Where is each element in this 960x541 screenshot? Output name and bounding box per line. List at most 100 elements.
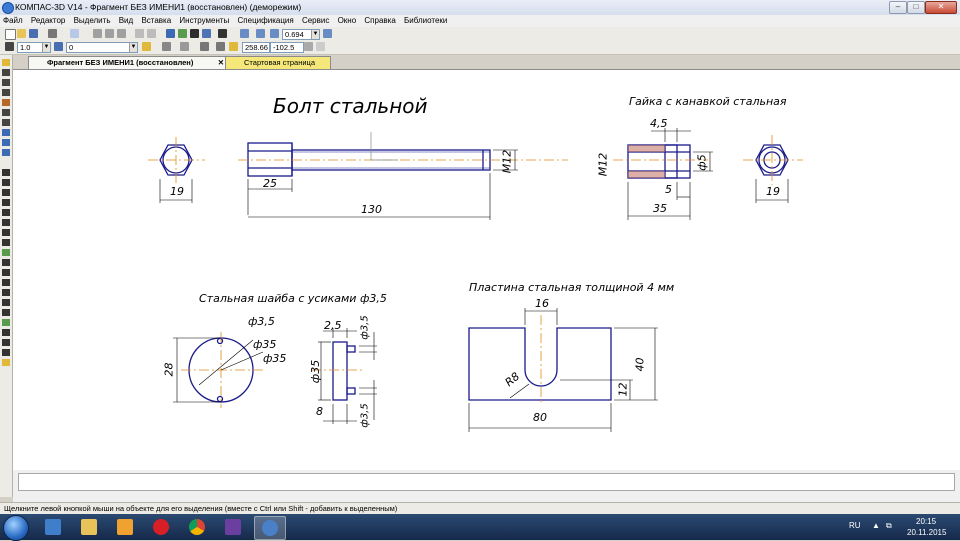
help-pointer-icon[interactable] [218, 29, 227, 38]
menu-help[interactable]: Справка [361, 15, 398, 27]
menu-edit[interactable]: Редактор [28, 15, 68, 27]
print-icon[interactable] [48, 29, 57, 38]
cursor-coords-icon[interactable] [229, 42, 238, 51]
coordinate-system-icon[interactable] [5, 42, 14, 51]
clock-date[interactable]: 20.11.2015 [907, 528, 946, 537]
paste-icon[interactable] [117, 29, 126, 38]
open-file-icon[interactable] [17, 29, 26, 38]
macro-icon[interactable] [2, 339, 10, 346]
select-icon[interactable] [2, 119, 10, 126]
auxiliary-line-icon[interactable] [2, 179, 10, 186]
undo-icon[interactable] [135, 29, 144, 38]
style-icon[interactable] [142, 42, 151, 51]
tab-start-page[interactable]: Стартовая страница [225, 56, 331, 69]
polygon-icon[interactable] [2, 269, 10, 276]
new-file-icon[interactable] [5, 29, 16, 40]
zoom-icon[interactable] [270, 29, 279, 38]
menu-select[interactable]: Выделить [71, 15, 114, 27]
geometry-icon[interactable] [2, 59, 10, 66]
taskbar-explorer-app[interactable] [38, 516, 68, 538]
copy-props-icon[interactable] [2, 349, 10, 356]
step-icon[interactable] [304, 42, 313, 51]
drawing-canvas[interactable]: Болт стальной Гайка с канавкой стальная … [13, 69, 960, 470]
chevron-down-icon[interactable]: ▼ [311, 30, 319, 39]
collection-icon[interactable] [2, 329, 10, 336]
refresh-view-icon[interactable] [323, 29, 332, 38]
ellipse-icon[interactable] [2, 219, 10, 226]
line-scale-field[interactable]: 1.0 ▼ [17, 42, 51, 53]
minimize-button[interactable]: – [889, 1, 907, 14]
taskbar-media-player[interactable] [110, 516, 140, 538]
spec-icon[interactable] [2, 129, 10, 136]
taskbar-opera[interactable] [146, 516, 176, 538]
menu-libraries[interactable]: Библиотеки [401, 15, 450, 27]
reports-icon[interactable] [2, 139, 10, 146]
polyline-icon[interactable] [2, 229, 10, 236]
insert-icon[interactable] [2, 149, 10, 156]
rectangle-icon[interactable] [2, 259, 10, 266]
chevron-down-icon[interactable]: ▼ [129, 43, 137, 52]
taskbar-chrome[interactable] [182, 516, 212, 538]
menu-window[interactable]: Окно [335, 15, 360, 27]
save-icon[interactable] [29, 29, 38, 38]
tray-arrow-icon[interactable]: ▲ [872, 521, 880, 530]
chevron-down-icon[interactable]: ▼ [42, 43, 50, 52]
close-icon[interactable]: ✕ [218, 57, 224, 69]
properties-bar[interactable] [18, 473, 955, 491]
start-button[interactable] [3, 515, 29, 541]
circle-icon[interactable] [2, 199, 10, 206]
ortho-icon[interactable] [200, 42, 209, 51]
menu-service[interactable]: Сервис [299, 15, 332, 27]
arc-icon[interactable] [2, 209, 10, 216]
point-icon[interactable] [2, 169, 10, 176]
copy-icon[interactable] [105, 29, 114, 38]
menu-specification[interactable]: Спецификация [235, 15, 297, 27]
equidistant-icon[interactable] [2, 309, 10, 316]
menu-view[interactable]: Вид [116, 15, 136, 27]
coord-x-field[interactable]: 258.66 [242, 42, 270, 53]
menu-insert[interactable]: Вставка [138, 15, 174, 27]
fx-icon[interactable] [190, 29, 199, 38]
local-cs-icon[interactable] [216, 42, 225, 51]
contour-icon[interactable] [2, 299, 10, 306]
fillet-icon[interactable] [2, 289, 10, 296]
taskbar-video-app[interactable] [218, 516, 248, 538]
hatch-icon[interactable] [2, 249, 10, 256]
coord-y-field[interactable]: -102.5 [270, 42, 304, 53]
zoom-field[interactable]: 0.694 ▼ [282, 29, 320, 40]
taskbar-kompas[interactable] [254, 516, 286, 540]
layers-icon[interactable] [54, 42, 63, 51]
taskbar-folder[interactable] [74, 516, 104, 538]
clock-time[interactable]: 20:15 [916, 517, 936, 526]
window-title: КОМПАС-3D V14 - Фрагмент БЕЗ ИМЕНИ1 (вос… [15, 2, 302, 12]
spline-icon[interactable] [2, 239, 10, 246]
network-icon[interactable]: ⧉ [886, 521, 892, 531]
zoom-window-icon[interactable] [240, 29, 249, 38]
variables-icon[interactable] [178, 29, 187, 38]
fill-icon[interactable] [2, 319, 10, 326]
dimensions-icon[interactable] [2, 69, 10, 76]
chamfer-icon[interactable] [2, 279, 10, 286]
measure-icon[interactable] [2, 109, 10, 116]
menu-file[interactable]: Файл [0, 15, 26, 27]
parametrization-icon[interactable] [2, 99, 10, 106]
snap-icon[interactable] [162, 42, 171, 51]
grid-toggle-icon[interactable] [180, 42, 189, 51]
tab-fragment[interactable]: Фрагмент БЕЗ ИМЕНИ1 (восстановлен) ✕ [28, 56, 228, 69]
layer-field[interactable]: 0 ▼ [66, 42, 138, 53]
zoom-in-icon[interactable] [256, 29, 265, 38]
edit-icon[interactable] [2, 89, 10, 96]
maximize-button[interactable]: □ [907, 1, 925, 14]
cut-icon[interactable] [93, 29, 102, 38]
manager-icon[interactable] [166, 29, 175, 38]
notation-icon[interactable] [2, 79, 10, 86]
preview-icon[interactable] [70, 29, 79, 38]
close-button[interactable]: ✕ [925, 1, 957, 14]
language-indicator[interactable]: RU [849, 521, 861, 530]
library-icon[interactable] [2, 359, 10, 366]
segment-icon[interactable] [2, 189, 10, 196]
menu-tools[interactable]: Инструменты [176, 15, 232, 27]
redo-icon[interactable] [147, 29, 156, 38]
grid-icon[interactable] [202, 29, 211, 38]
redraw-icon[interactable] [316, 42, 325, 51]
